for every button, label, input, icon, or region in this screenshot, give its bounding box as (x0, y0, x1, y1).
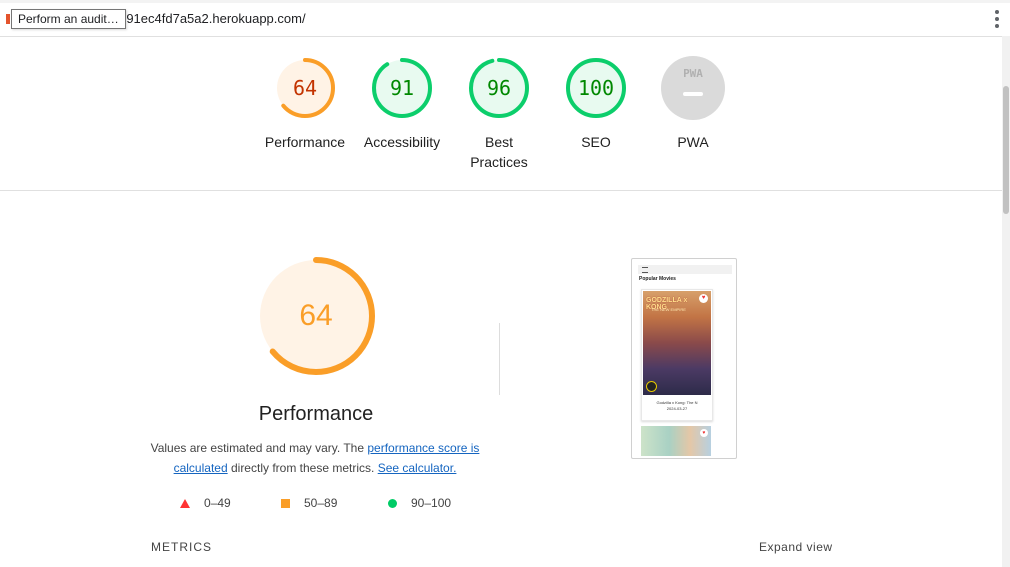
gauge-score: 64 (292, 76, 318, 100)
more-options-icon[interactable] (994, 10, 1000, 28)
legend-fail: 0–49 (180, 496, 231, 510)
gauge-label: PWA (677, 134, 709, 150)
performance-score: 64 (299, 299, 333, 332)
legend-pass: 90–100 (388, 496, 451, 510)
movie-card: GODZILLA x KONG THE NEW EMPIRE ♥ Godzill… (641, 289, 713, 421)
gauge-label: Accessibility (363, 134, 441, 150)
gauge-score: 96 (486, 76, 512, 100)
pass-circle-icon (388, 498, 397, 508)
gauge-accessibility[interactable]: 91 Accessibility (352, 56, 452, 152)
gauge-pwa[interactable]: PWA PWA (643, 56, 743, 152)
screenshot-heading: Popular Movies (639, 276, 676, 282)
performance-description: Values are estimated and may vary. The p… (140, 438, 490, 478)
final-screenshot[interactable]: Popular Movies GODZILLA x KONG THE NEW E… (631, 258, 737, 459)
lighthouse-icon (6, 14, 10, 24)
desc-text: directly from these metrics. (227, 461, 378, 475)
see-calculator-link[interactable]: See calculator. (378, 461, 457, 475)
gauge-best-practices[interactable]: 96 Best Practices (449, 56, 549, 172)
gauge-score: PWA (683, 67, 703, 80)
performance-title: Performance (258, 403, 374, 425)
poster-subtitle: THE NEW EMPIRE (651, 307, 686, 312)
gauge-performance[interactable]: 64 Performance (255, 56, 355, 152)
gauge-label: Performance (264, 134, 346, 150)
heart-icon: ♥ (700, 429, 708, 437)
scrollbar[interactable] (1002, 36, 1010, 567)
rating-badge-icon (646, 381, 657, 392)
desc-text: Values are estimated and may vary. The (150, 441, 368, 455)
fail-triangle-icon (180, 498, 190, 508)
movie-poster: ♥ (641, 426, 711, 456)
legend-range: 0–49 (204, 496, 231, 510)
gauge-score: 100 (577, 76, 615, 100)
movie-poster: GODZILLA x KONG THE NEW EMPIRE ♥ (643, 291, 711, 395)
average-square-icon (281, 498, 290, 508)
app-header (638, 265, 732, 274)
url-text[interactable]: -91ec4fd7a5a2.herokuapp.com/ (122, 11, 306, 26)
gauge-label: SEO (581, 134, 611, 150)
tooltip: Perform an audit… (11, 9, 126, 29)
metrics-heading: METRICS (151, 540, 212, 554)
legend-average: 50–89 (281, 496, 337, 510)
movie-caption: Godzilla x Kong: The N 2024-03-27 (642, 400, 712, 412)
legend-range: 50–89 (304, 496, 338, 510)
heart-icon: ♥ (699, 294, 708, 303)
gauge-score: 91 (389, 76, 415, 100)
category-gauges: 64 Performance 91 Accessibility 96 Best … (0, 36, 1002, 191)
performance-gauge: 64 (255, 255, 377, 377)
menu-icon (642, 267, 648, 273)
top-accent (0, 0, 1010, 3)
scrollbar-thumb[interactable] (1003, 86, 1009, 214)
movie-date: 2024-03-27 (666, 406, 688, 411)
expand-view-button[interactable]: Expand view (759, 540, 833, 554)
gauge-label: Best Practices (470, 134, 528, 170)
address-bar: -91ec4fd7a5a2.herokuapp.com/ Perform an … (0, 0, 1010, 37)
section-divider (499, 323, 500, 395)
legend-range: 90–100 (411, 496, 452, 510)
gauge-seo[interactable]: 100 SEO (546, 56, 646, 152)
